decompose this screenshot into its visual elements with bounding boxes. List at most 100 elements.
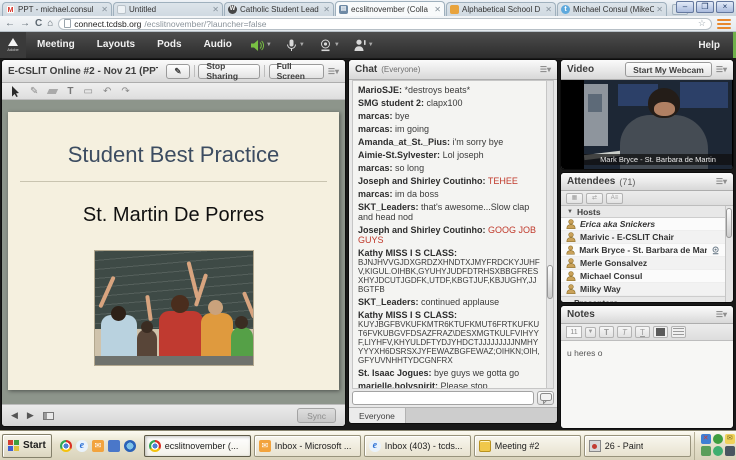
- pod-menu-icon[interactable]: ☰▾: [716, 65, 727, 74]
- browser-tab[interactable]: ecslitnovember (Colla ✕: [335, 1, 445, 16]
- tab-close-icon[interactable]: ✕: [545, 5, 552, 14]
- volume-icon[interactable]: [725, 446, 735, 456]
- chat-message-list[interactable]: MarioSJE: *destroys beats* SMG student 2…: [352, 80, 554, 389]
- sidebar-toggle-icon[interactable]: [43, 412, 54, 420]
- minimize-button[interactable]: –: [676, 1, 694, 13]
- task-button[interactable]: ecslitnovember (...: [144, 435, 251, 457]
- font-size-dropdown-icon[interactable]: ▼: [585, 327, 596, 338]
- antivirus-icon[interactable]: [713, 434, 723, 444]
- chevron-down-icon[interactable]: ▼: [266, 42, 272, 48]
- mail-icon[interactable]: [725, 434, 735, 444]
- attendee-row[interactable]: Mark Bryce - St. Barbara de Martin: [561, 244, 725, 257]
- chevron-down-icon[interactable]: ▼: [368, 42, 374, 48]
- font-size-select[interactable]: 11: [566, 326, 582, 338]
- previous-slide-icon[interactable]: ◀: [11, 410, 18, 421]
- tab-close-icon[interactable]: ✕: [323, 5, 330, 14]
- scrollbar-thumb[interactable]: [726, 208, 732, 238]
- pod-menu-icon[interactable]: ☰▾: [328, 67, 339, 76]
- stop-sharing-button[interactable]: Stop Sharing: [198, 64, 259, 79]
- attendee-row[interactable]: Marivic - E-CSLIT Chair: [561, 231, 725, 244]
- sort-attendees-icon[interactable]: A≡: [606, 193, 623, 204]
- media-player-icon[interactable]: [124, 440, 136, 452]
- menubar-item[interactable]: Audio: [193, 32, 243, 58]
- forward-icon[interactable]: →: [20, 17, 30, 31]
- pod-menu-icon[interactable]: ☰▾: [716, 310, 727, 319]
- home-icon[interactable]: ⌂: [47, 17, 53, 31]
- tab-close-icon[interactable]: ✕: [101, 5, 108, 14]
- task-button[interactable]: Meeting #2: [474, 435, 581, 457]
- close-button[interactable]: ×: [716, 1, 734, 13]
- redo-icon[interactable]: ↷: [121, 86, 129, 97]
- pod-menu-icon[interactable]: ☰▾: [540, 65, 551, 74]
- attendee-list[interactable]: Erica aka Snickers Marivic - E-CSLIT Cha…: [561, 218, 725, 302]
- speaker-control[interactable]: ▼: [243, 39, 279, 52]
- restore-button[interactable]: ❐: [696, 1, 714, 13]
- text-color-button[interactable]: [653, 326, 668, 338]
- bookmark-star-icon[interactable]: ☆: [698, 18, 706, 29]
- attendee-view-icon[interactable]: ▦: [566, 193, 583, 204]
- attendee-row[interactable]: Michael Consul: [561, 270, 725, 283]
- italic-button[interactable]: T: [617, 326, 632, 338]
- undo-icon[interactable]: ↶: [103, 86, 111, 97]
- breakout-view-icon[interactable]: ⇄: [586, 193, 603, 204]
- browser-tab[interactable]: Catholic Student Lead ✕: [224, 2, 334, 16]
- chat-tab-everyone[interactable]: Everyone: [349, 408, 406, 423]
- send-message-button[interactable]: [537, 391, 554, 405]
- presenters-group-header[interactable]: ▶ Presenters: [561, 296, 725, 303]
- browser-tab[interactable]: Untitled ✕: [113, 2, 223, 16]
- pointer-icon[interactable]: [11, 86, 20, 97]
- full-screen-button[interactable]: Full Screen: [269, 64, 324, 79]
- menubar-item[interactable]: Pods: [146, 32, 192, 58]
- chevron-down-icon[interactable]: ▼: [299, 42, 305, 48]
- tab-close-icon[interactable]: ✕: [434, 5, 441, 14]
- start-webcam-button[interactable]: Start My Webcam: [625, 62, 712, 77]
- chat-input[interactable]: [352, 391, 534, 405]
- attendee-row[interactable]: Milky Way: [561, 283, 725, 296]
- internet-explorer-icon[interactable]: [76, 440, 88, 452]
- browser-menu-icon[interactable]: [717, 19, 731, 29]
- browser-tab[interactable]: PPT - michael.consul ✕: [2, 2, 112, 16]
- pencil-icon[interactable]: ✎: [30, 86, 38, 97]
- text-tool-icon[interactable]: T: [67, 86, 73, 97]
- microphone-control[interactable]: ▼: [279, 39, 312, 52]
- webcam-control[interactable]: ▼: [312, 39, 347, 52]
- next-slide-icon[interactable]: ▶: [27, 410, 34, 421]
- attendee-row[interactable]: Erica aka Snickers: [561, 218, 725, 231]
- explorer-icon[interactable]: [108, 440, 120, 452]
- network-error-icon[interactable]: [701, 434, 711, 444]
- start-button[interactable]: Start: [2, 434, 52, 458]
- tab-close-icon[interactable]: ✕: [656, 5, 663, 14]
- reload-icon[interactable]: C: [35, 17, 42, 31]
- browser-tab[interactable]: Alphabetical School D ✕: [446, 2, 556, 16]
- updates-icon[interactable]: [713, 446, 723, 456]
- collapse-triangle-icon[interactable]: ▼: [567, 209, 573, 215]
- chat-scrollbar[interactable]: [546, 80, 554, 389]
- notes-editor[interactable]: u heres o: [561, 341, 733, 428]
- task-button[interactable]: Inbox (403) - tcds...: [364, 435, 471, 457]
- tab-close-icon[interactable]: ✕: [212, 5, 219, 14]
- security-icon[interactable]: [701, 446, 711, 456]
- scrollbar-thumb[interactable]: [547, 265, 553, 299]
- attendees-scrollbar[interactable]: [725, 206, 733, 302]
- expand-triangle-icon[interactable]: ▶: [567, 302, 572, 303]
- chevron-down-icon[interactable]: ▼: [334, 42, 340, 48]
- status-control[interactable]: ▼: [347, 39, 381, 52]
- pod-menu-icon[interactable]: ☰▾: [716, 177, 727, 186]
- task-button[interactable]: Inbox - Microsoft ...: [254, 435, 361, 457]
- bold-button[interactable]: T: [599, 326, 614, 338]
- draw-button[interactable]: ✎: [166, 64, 189, 79]
- eraser-icon[interactable]: [47, 89, 58, 94]
- underline-button[interactable]: T: [635, 326, 650, 338]
- sync-button[interactable]: Sync: [297, 408, 336, 423]
- task-button[interactable]: 26 - Paint: [584, 435, 691, 457]
- menubar-item[interactable]: Meeting: [26, 32, 86, 58]
- chrome-icon[interactable]: [60, 440, 72, 452]
- bullet-list-button[interactable]: [671, 326, 686, 338]
- outlook-icon[interactable]: [92, 440, 104, 452]
- hosts-group-header[interactable]: ▼ Hosts: [561, 206, 725, 218]
- help-menu[interactable]: Help: [698, 40, 736, 51]
- back-icon[interactable]: ←: [5, 17, 15, 31]
- attendee-row[interactable]: Merle Gonsalvez: [561, 257, 725, 270]
- shape-tool-icon[interactable]: ▭: [84, 86, 93, 97]
- menubar-item[interactable]: Layouts: [86, 32, 146, 58]
